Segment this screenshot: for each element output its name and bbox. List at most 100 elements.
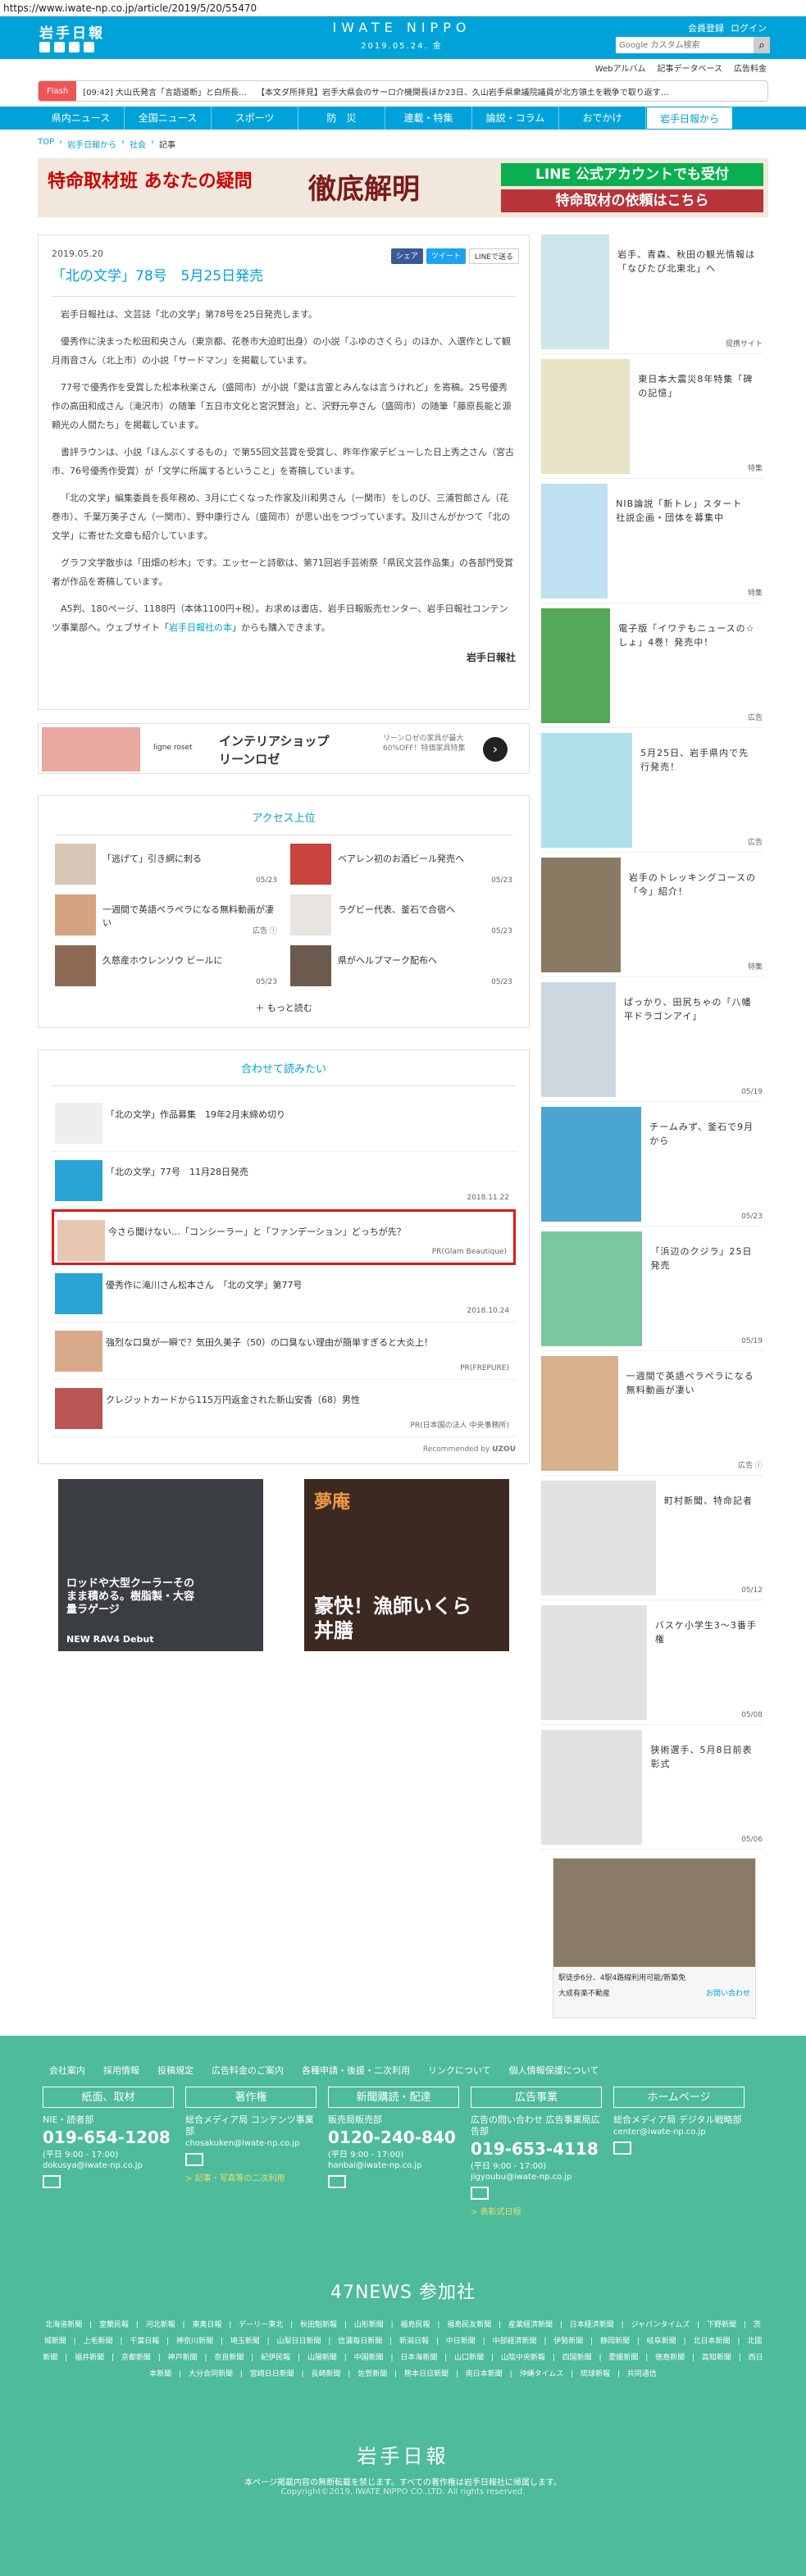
access-ranking: アクセス上位 「逃げて」引き網に刺る 05/23 ベアレン初のお酒ビール発売へ 05… bbox=[38, 795, 530, 1028]
sidebar-item[interactable]: 5月25日、岩手県内で先行発売！ 広告 bbox=[541, 733, 763, 853]
subnav-album[interactable]: Webアルバム bbox=[595, 61, 646, 74]
footer-link[interactable]: 個人情報保護について bbox=[509, 2064, 599, 2077]
nav-outing[interactable]: おでかけ bbox=[559, 107, 646, 130]
email-link[interactable]: hanbai@iwate-np.co.jp bbox=[328, 2161, 459, 2170]
nav-prefecture[interactable]: 県内ニュース bbox=[38, 107, 125, 130]
breadcrumb-top[interactable]: TOP bbox=[38, 138, 54, 150]
ranking-item[interactable]: 県がヘルプマーク配布へ 05/23 bbox=[290, 945, 512, 986]
footer-link[interactable]: 採用情報 bbox=[103, 2064, 139, 2077]
footer-link[interactable]: 広告料金のご案内 bbox=[212, 2064, 284, 2077]
nav-editorial[interactable]: 論説・コラム bbox=[472, 107, 559, 130]
sidebar-item[interactable]: 町村新聞、特命記者 05/12 bbox=[541, 1481, 763, 1600]
search-button[interactable]: ⌕ bbox=[754, 37, 770, 53]
breadcrumb-society[interactable]: 社会 bbox=[130, 138, 146, 150]
login-link[interactable]: ログイン bbox=[731, 21, 767, 34]
book-store-link[interactable]: 岩手日報社の本 bbox=[169, 622, 232, 633]
thumbnail bbox=[55, 1273, 102, 1314]
email-link[interactable]: jigyoubu@iwate-np.co.jp bbox=[471, 2173, 602, 2182]
more-button[interactable]: ＋ もっと読む bbox=[55, 1001, 512, 1014]
address-bar[interactable]: https://www.iwate-np.co.jp/article/2019/… bbox=[0, 0, 806, 16]
sidebar-item[interactable]: NIB論説「新トレ」スタート 社説企画・団体を募集中 特集 bbox=[541, 484, 763, 603]
member-list[interactable]: 北海道新聞 | 室蘭民報 | 河北新報 | 東奥日報 | デーリー東北 | 秋田… bbox=[43, 2317, 764, 2383]
sidebar: 岩手、青森、秋田の観光情報は「なびたび北東北」へ 提携サイト 東日本大震災8年特集「… bbox=[541, 234, 763, 2018]
ranking-item[interactable]: 「逃げて」引き網に刺る 05/23 bbox=[55, 844, 277, 885]
thumbnail bbox=[541, 1231, 643, 1346]
real-estate-ad[interactable]: 駅徒歩6分、4駅4路線利用可能/新築免 大成有楽不動産 お問い合わせ bbox=[553, 1858, 756, 2018]
restaurant-ad[interactable]: 夢庵 豪快！漁師いくら丼膳 bbox=[304, 1479, 509, 1651]
footer-sub-link[interactable]: > 記事・写真等の二次利用 bbox=[185, 2171, 316, 2183]
related-item-sponsored[interactable]: 今さら聞けない…「コンシーラー」と「ファンデーション」どっちが先？ PR(Glam… bbox=[52, 1209, 516, 1265]
phone-number[interactable]: 0120-240-840 bbox=[328, 2128, 459, 2147]
email-link[interactable]: chosakuken@iwate-np.co.jp bbox=[185, 2139, 316, 2148]
sidebar-item[interactable]: チームみず、釜石で9月から 05/23 bbox=[541, 1107, 763, 1227]
mail-icon[interactable] bbox=[328, 2175, 346, 2188]
flash-item[interactable]: [09:42] 大山氏発言「言語道断」と白所長… bbox=[83, 85, 247, 98]
interior-ad[interactable]: ligne roset インテリアショップ リーンロゼ リーンロゼの家具が最大6… bbox=[38, 723, 530, 774]
flash-item[interactable]: 【本文ダ所拝見】岩手大県会のサーロ介機関長ほか23日、久山岩手県衆議院議員が北方… bbox=[257, 85, 669, 98]
ranking-item[interactable]: 久慈産ホウレンソウ ビールに 05/23 bbox=[55, 945, 277, 986]
phone-number[interactable]: 019-654-1208 bbox=[43, 2128, 174, 2147]
footer-contact-column: 広告事業 広告の問い合わせ 広告事業局広告部 019-653-4118 (平日 9:0… bbox=[471, 2087, 602, 2217]
copyright-notice: 本ページ掲載内容の無断転載を禁じます。すべての著作権は岩手日報社に帰属します。 bbox=[244, 2478, 562, 2487]
footer-link[interactable]: 会社案内 bbox=[49, 2064, 85, 2077]
sidebar-item[interactable]: 「浜辺のクジラ」25日発売 05/19 bbox=[541, 1231, 763, 1351]
car-ad[interactable]: ロッドや大型クーラーそのまま積める。樹脂製・大容量ラゲージ NEW RAV4 D… bbox=[58, 1479, 263, 1651]
phone-number[interactable]: 019-653-4118 bbox=[471, 2139, 602, 2159]
related-item[interactable]: 「北の文学」77号 11月28日発売 2018.11.22 bbox=[52, 1152, 516, 1209]
thumbnail bbox=[541, 982, 616, 1097]
sidebar-item[interactable]: 東日本大震災8年特集「碑の記憶」 特集 bbox=[541, 359, 763, 479]
ad-image bbox=[42, 727, 140, 771]
footer-link[interactable]: 投稿規定 bbox=[157, 2064, 194, 2077]
line-icon[interactable] bbox=[84, 42, 94, 52]
email-link[interactable]: center@iwate-np.co.jp bbox=[613, 2128, 745, 2137]
thumbnail bbox=[541, 359, 631, 474]
tweet-button[interactable]: ツイート bbox=[426, 248, 466, 264]
related-item-sponsored[interactable]: 強烈な口臭が一瞬で？気田久美子（50）の口臭ない理由が簡単すぎると大炎上！ PR(… bbox=[52, 1322, 516, 1380]
footer: 会社案内 採用情報 投稿規定 広告料金のご案内 各種申請・後援・二次利用 リンク… bbox=[0, 2036, 806, 2576]
nav-from-nippo[interactable]: 岩手日報から bbox=[646, 107, 733, 130]
facebook-icon[interactable] bbox=[54, 42, 65, 52]
sidebar-item[interactable]: 岩手、青森、秋田の観光情報は「なびたび北東北」へ 提携サイト bbox=[541, 234, 763, 354]
sidebar-item[interactable]: 電子版「イワテもニュースの☆しょ」4巻！発売中！ 広告 bbox=[541, 608, 763, 728]
footer-link[interactable]: リンクについて bbox=[428, 2064, 491, 2077]
sidebar-item[interactable]: バスケ小学生3～3番手権 05/08 bbox=[541, 1605, 763, 1725]
subnav-database[interactable]: 記事データベース bbox=[658, 61, 723, 74]
mail-icon[interactable] bbox=[613, 2141, 631, 2155]
nav-sports[interactable]: スポーツ bbox=[212, 107, 298, 130]
footer-contact-column: ホームページ 総合メディア局 デジタル戦略部 center@iwate-np.co.… bbox=[613, 2087, 745, 2217]
twitter-icon[interactable] bbox=[39, 42, 50, 52]
nav-disaster[interactable]: 防 災 bbox=[298, 107, 385, 130]
mail-icon[interactable] bbox=[185, 2153, 203, 2166]
site-name[interactable]: IWATE NIPPO bbox=[320, 20, 484, 35]
mail-icon[interactable] bbox=[43, 2175, 61, 2188]
ranking-item[interactable]: ベアレン初のお酒ビール発売へ 05/23 bbox=[290, 844, 512, 885]
register-link[interactable]: 会員登録 bbox=[688, 21, 724, 34]
ranking-item[interactable]: ラグビー代表、釜石で合宿へ 05/23 bbox=[290, 894, 512, 935]
related-item-sponsored[interactable]: クレジットカードから115万円返金された新山安香（68）男性 PR(日本国の法人 … bbox=[52, 1380, 516, 1437]
facebook-share-button[interactable]: シェア bbox=[390, 248, 423, 264]
footer-sub-link[interactable]: > 表彰式日程 bbox=[471, 2205, 602, 2217]
site-logo[interactable]: 岩手日報 bbox=[39, 21, 105, 42]
breadcrumb-from[interactable]: 岩手日報から bbox=[67, 138, 116, 150]
nav-series[interactable]: 連載・特集 bbox=[385, 107, 472, 130]
thumbnail bbox=[541, 608, 611, 723]
recommended-by[interactable]: Recommended by UZOU bbox=[52, 1445, 516, 1454]
search-input[interactable] bbox=[616, 37, 754, 53]
footer-link[interactable]: 各種申請・後援・二次利用 bbox=[302, 2064, 410, 2077]
mail-icon[interactable] bbox=[471, 2187, 489, 2200]
arrow-right-icon[interactable]: › bbox=[483, 737, 508, 762]
footer-logo[interactable]: 岩手日報 bbox=[0, 2440, 806, 2469]
line-share-button[interactable]: LINEで送る bbox=[468, 248, 519, 264]
sidebar-item[interactable]: ぱっかり、田尻ちゃの「八幡平ドラゴンアイ」 05/19 bbox=[541, 982, 763, 1102]
related-item[interactable]: 「北の文学」作品募集 19年2月末締め切り bbox=[52, 1095, 516, 1152]
subnav-ad-rates[interactable]: 広告料金 bbox=[734, 61, 767, 74]
email-link[interactable]: dokusya@iwate-np.co.jp bbox=[43, 2161, 174, 2170]
sidebar-item[interactable]: 一週間で英語ペラペラになる無料動画が凄い 広告 ⓘ bbox=[541, 1356, 763, 1476]
campaign-banner[interactable]: 特命取材班 あなたの疑問 徹底解明 LINE 公式アカウントでも受付 特命取材の… bbox=[38, 158, 768, 217]
instagram-icon[interactable] bbox=[69, 42, 80, 52]
nav-national[interactable]: 全国ニュース bbox=[125, 107, 212, 130]
sidebar-item[interactable]: 岩手のトレッキングコースの「今」紹介！ 特集 bbox=[541, 858, 763, 977]
sidebar-item[interactable]: 狭術選手、5月8日前表彰式 05/06 bbox=[541, 1730, 763, 1850]
ranking-item[interactable]: 一週間で英語ペラペラになる無料動画が凄い 広告 ⓘ bbox=[55, 894, 277, 935]
related-item[interactable]: 優秀作に滝川さん松本さん 「北の文学」第77号 2018.10.24 bbox=[52, 1265, 516, 1322]
